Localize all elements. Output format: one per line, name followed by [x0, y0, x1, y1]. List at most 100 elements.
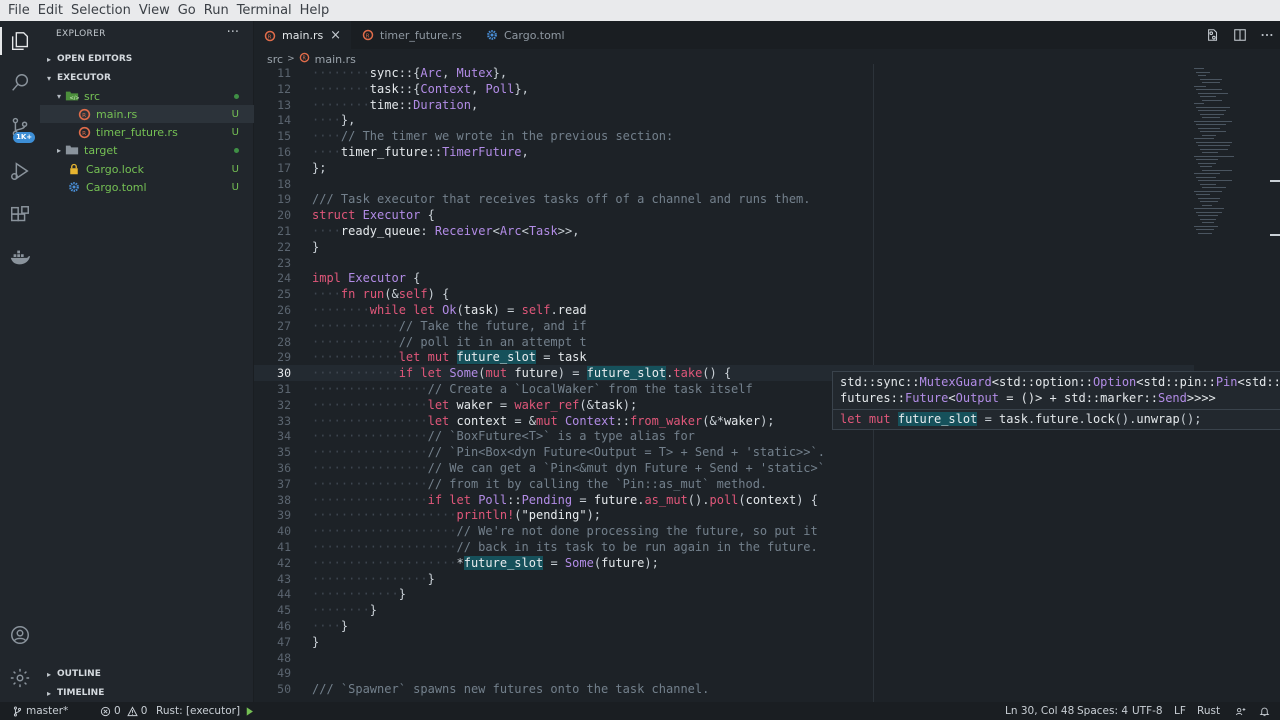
code-line[interactable]: 22} [254, 239, 1194, 255]
tree-file-main-rs[interactable]: R main.rs U [40, 105, 254, 123]
code-text: ····}, [312, 113, 356, 128]
tab-main-rs[interactable]: R main.rs × [254, 21, 351, 49]
code-line[interactable]: 25 ····fn run(&self) { [254, 286, 1194, 302]
notifications-bell-icon[interactable] [1259, 702, 1273, 720]
line-number: 20 [277, 208, 291, 223]
code-line[interactable]: 47} [254, 634, 1194, 650]
code-line[interactable]: 28 ············// poll it in an attempt t [254, 334, 1194, 350]
extensions-icon[interactable] [0, 195, 40, 235]
run-icon[interactable] [244, 706, 255, 717]
account-icon[interactable] [0, 615, 40, 655]
menu-run[interactable]: Run [200, 0, 233, 21]
encoding[interactable]: UTF-8 [1132, 702, 1163, 720]
code-text: ············if let Some(mut future) = fu… [312, 366, 732, 381]
code-line[interactable]: 38 ················if let Poll::Pending =… [254, 492, 1194, 508]
branch-status[interactable]: master* [12, 702, 68, 720]
code-line[interactable]: 44 ············} [254, 586, 1194, 602]
minimap-line [1194, 120, 1232, 122]
code-line[interactable]: 13 ········time::Duration, [254, 97, 1194, 113]
code-line[interactable]: 24 impl Executor { [254, 270, 1194, 286]
menu-file[interactable]: File [4, 0, 34, 21]
tree-folder-target[interactable]: ▸ target [40, 141, 254, 159]
problems-status[interactable]: 0 0 [100, 702, 147, 720]
code-line[interactable]: 43 ················} [254, 571, 1194, 587]
code-line[interactable]: 40 ····················// We're not done … [254, 523, 1194, 539]
code-line[interactable]: 19 /// Task executor that receives tasks … [254, 191, 1194, 207]
code-editor[interactable]: 11 ········sync::{Arc, Mutex}, 12 ········t… [254, 64, 1280, 702]
code-line[interactable]: 49 [254, 665, 1194, 681]
code-line[interactable]: 35 ················// `Pin<Box<dyn Future… [254, 444, 1194, 460]
menu-go[interactable]: Go [174, 0, 200, 21]
code-line[interactable]: 16 ····timer_future::TimerFuture, [254, 144, 1194, 160]
code-line[interactable]: 27 ············// Take the future, and if [254, 318, 1194, 334]
minimap-line [1202, 187, 1226, 188]
more-actions-icon[interactable] [1253, 28, 1280, 42]
language-mode[interactable]: Rust [1197, 702, 1220, 720]
code-line[interactable]: 34 ················// `BoxFuture<T>` is a… [254, 428, 1194, 444]
minimap-line [1200, 218, 1216, 220]
docker-icon[interactable] [0, 237, 40, 277]
menu-help[interactable]: Help [296, 0, 334, 21]
code-line[interactable]: 15 ····// The timer we wrote in the previ… [254, 128, 1194, 144]
code-line[interactable]: 20 struct Executor { [254, 207, 1194, 223]
search-icon[interactable] [0, 63, 40, 103]
code-line[interactable]: 21 ····ready_queue: Receiver<Arc<Task>>, [254, 223, 1194, 239]
code-line[interactable]: 42 ····················*future_slot = Som… [254, 555, 1194, 571]
tab-timer-future-rs[interactable]: R timer_future.rs [352, 21, 476, 49]
code-line[interactable]: 29 ············let mut future_slot = task [254, 349, 1194, 365]
split-editor-icon[interactable] [1226, 28, 1253, 42]
minimap[interactable] [1190, 64, 1270, 244]
source-control-icon[interactable]: 1K+ [0, 107, 40, 147]
code-line[interactable]: 37 ················// from it by calling … [254, 476, 1194, 492]
line-number: 23 [277, 255, 291, 270]
minimap-line [1194, 103, 1204, 104]
code-line[interactable]: 48 [254, 650, 1194, 666]
code-line[interactable]: 18 [254, 176, 1194, 192]
run-debug-icon[interactable] [0, 151, 40, 191]
code-line[interactable]: 17}; [254, 160, 1194, 176]
code-line[interactable]: 46 ····} [254, 618, 1194, 634]
code-line[interactable]: 36 ················// We can get a `Pin<&… [254, 460, 1194, 476]
menu-selection[interactable]: Selection [67, 0, 135, 21]
menu-edit[interactable]: Edit [34, 0, 67, 21]
more-actions-icon[interactable]: ··· [227, 25, 239, 40]
settings-gear-icon[interactable] [0, 658, 40, 698]
timeline-section[interactable]: ▸ TIMELINE [40, 684, 254, 702]
outline-section[interactable]: ▸ OUTLINE [40, 665, 254, 683]
tree-file-cargo-toml[interactable]: Cargo.toml U [40, 178, 254, 196]
minimap-line [1196, 106, 1230, 108]
code-line[interactable]: 23 [254, 255, 1194, 271]
end-of-line[interactable]: LF [1174, 702, 1186, 720]
close-icon[interactable]: × [330, 28, 341, 43]
code-line[interactable]: 12 ········task::{Context, Poll}, [254, 81, 1194, 97]
live-share-icon[interactable] [1235, 702, 1249, 720]
code-line[interactable]: 14 ····}, [254, 112, 1194, 128]
open-editors-section[interactable]: ▸ OPEN EDITORS [40, 50, 254, 68]
code-line[interactable]: 11 ········sync::{Arc, Mutex}, [254, 65, 1194, 81]
hover-separator [833, 409, 1280, 410]
code-line[interactable]: 39 ····················println!("pending"… [254, 507, 1194, 523]
menu-view[interactable]: View [135, 0, 174, 21]
minimap-line [1196, 211, 1222, 213]
minimap-line [1200, 148, 1228, 150]
minimap-line [1198, 75, 1206, 76]
tab-cargo-toml[interactable]: Cargo.toml [476, 21, 582, 49]
line-number: 33 [277, 413, 291, 428]
open-changes-icon[interactable] [1199, 28, 1226, 42]
code-line[interactable]: 50 /// `Spawner` spawns new futures onto … [254, 681, 1194, 697]
cursor-position[interactable]: Ln 30, Col 48 [1005, 702, 1074, 720]
explorer-icon[interactable] [0, 21, 40, 61]
tree-file-timer-future-rs[interactable]: R timer_future.rs U [40, 123, 254, 141]
code-text: struct Executor { [312, 208, 435, 223]
menu-terminal[interactable]: Terminal [233, 0, 296, 21]
rust-analyzer-status[interactable]: Rust: [executor] [156, 702, 258, 720]
folder-section[interactable]: ▾ EXECUTOR [40, 69, 254, 87]
code-text: ················// `BoxFuture<T>` is a t… [312, 429, 695, 444]
tree-file-cargo-lock[interactable]: Cargo.lock U [40, 160, 254, 178]
indentation[interactable]: Spaces: 4 [1077, 702, 1128, 720]
code-line[interactable]: 41 ····················// back in its tas… [254, 539, 1194, 555]
git-status-untracked: U [231, 126, 239, 138]
tree-folder-src[interactable]: ▾ </> src [40, 87, 254, 105]
code-line[interactable]: 45 ········} [254, 602, 1194, 618]
code-line[interactable]: 26 ········while let Ok(task) = self.read [254, 302, 1194, 318]
